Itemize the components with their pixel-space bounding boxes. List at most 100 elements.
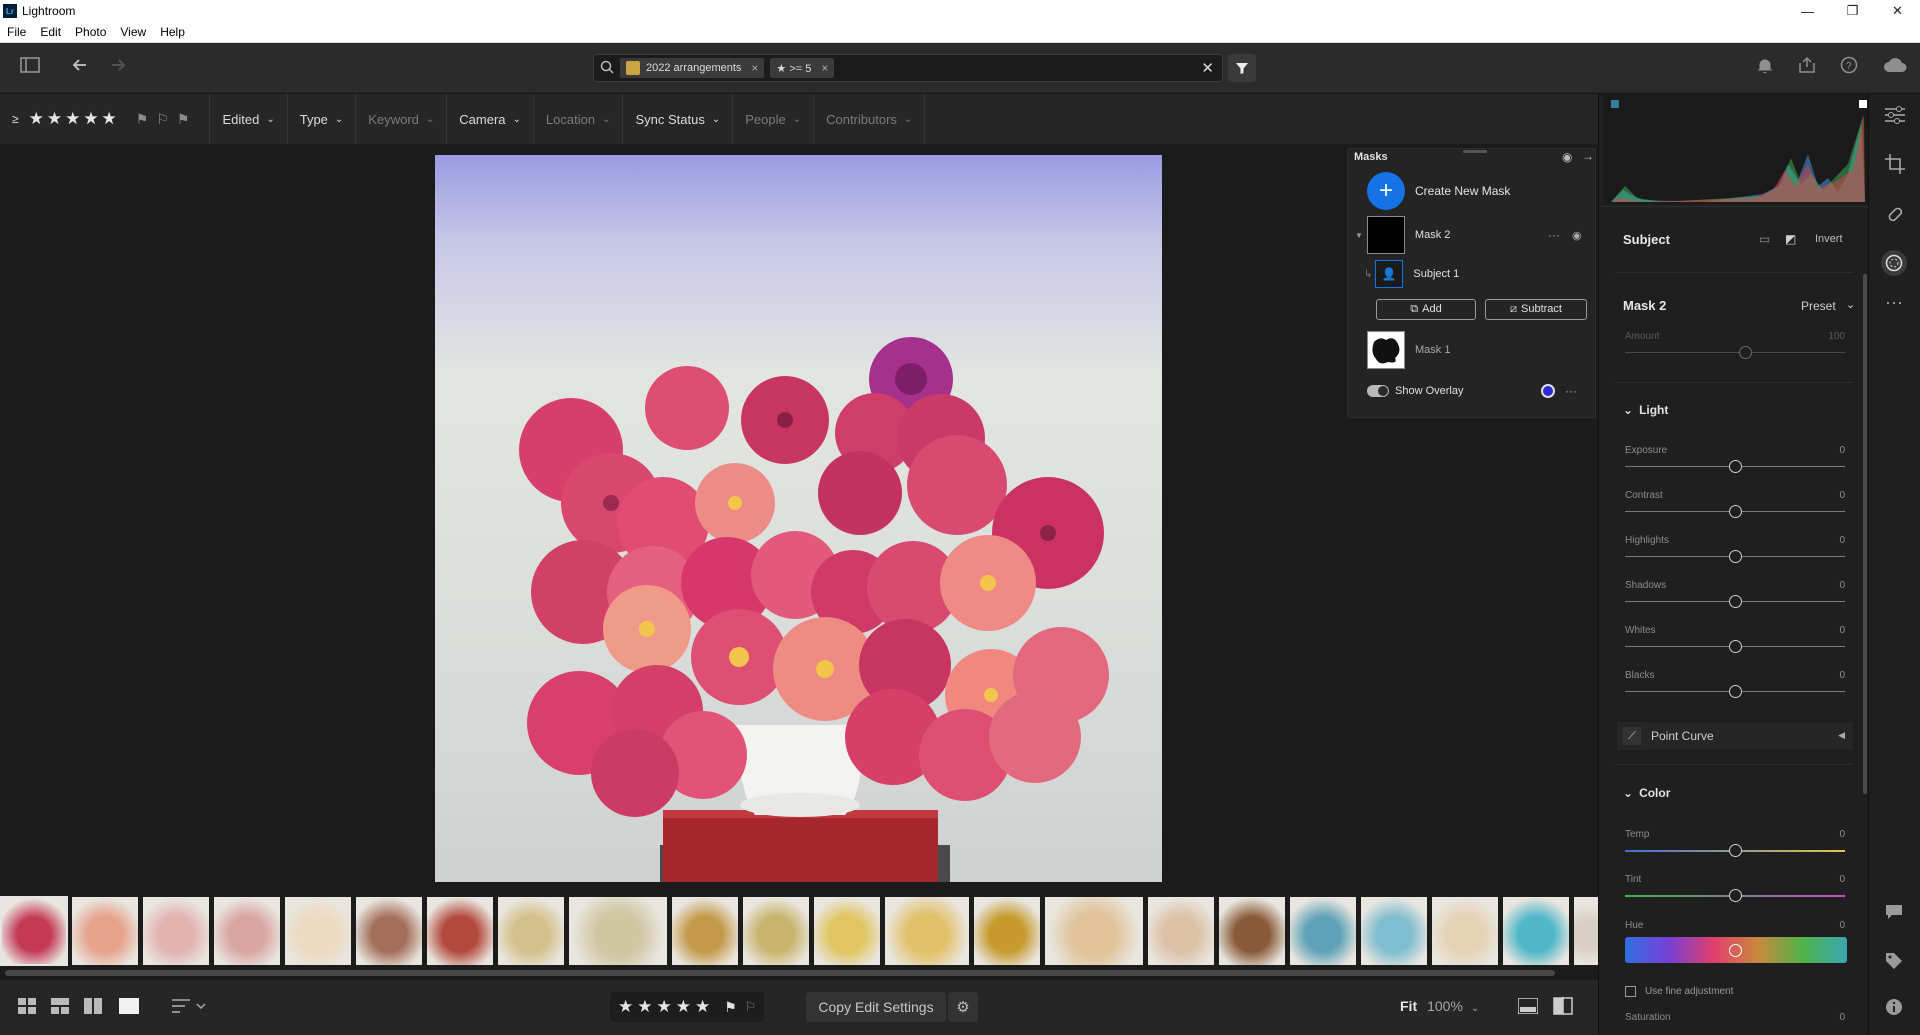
close-button[interactable]: ✕: [1875, 0, 1920, 22]
hue-knob[interactable]: [1729, 944, 1742, 957]
filmstrip-thumbnail[interactable]: [497, 896, 565, 966]
contrast-value[interactable]: 0: [1839, 490, 1845, 501]
amount-value[interactable]: 100: [1828, 331, 1845, 342]
minimize-button[interactable]: —: [1785, 0, 1830, 22]
create-new-mask-row[interactable]: + Create New Mask: [1348, 171, 1597, 211]
filmstrip-scrollbar[interactable]: [5, 970, 1555, 976]
filmstrip-thumbnail[interactable]: [1431, 896, 1499, 966]
preset-dropdown[interactable]: Preset: [1801, 299, 1836, 313]
zoom-control[interactable]: Fit 100% ⌄: [1400, 998, 1479, 1014]
filmstrip-thumbnail[interactable]: [142, 896, 210, 966]
amount-track[interactable]: [1625, 352, 1845, 353]
rating-filter[interactable]: ≥ ★★★★★: [0, 94, 124, 144]
exposure-value[interactable]: 0: [1839, 445, 1845, 456]
color-section-header[interactable]: ⌄ Color: [1623, 786, 1670, 800]
square-grid-icon[interactable]: [18, 998, 36, 1019]
overlay-color-swatch[interactable]: [1541, 384, 1555, 398]
healing-icon[interactable]: [1885, 204, 1905, 229]
tag-icon[interactable]: [1885, 952, 1903, 975]
filmstrip-thumbnail[interactable]: [973, 896, 1041, 966]
bottom-rating-stars[interactable]: ★★★★★: [618, 997, 714, 1017]
sync-status-dropdown[interactable]: Sync Status ⌄: [623, 94, 734, 144]
light-section-header[interactable]: ⌄ Light: [1623, 403, 1668, 417]
menu-photo[interactable]: Photo: [68, 25, 113, 39]
edited-dropdown[interactable]: Edited ⌄: [210, 94, 288, 144]
shadows-slider[interactable]: Shadows 0: [1625, 580, 1845, 620]
clear-search-icon[interactable]: ✕: [1201, 59, 1214, 77]
rating-filter-chip[interactable]: ★ >= 5 ×: [770, 58, 835, 78]
temp-knob[interactable]: [1729, 844, 1742, 857]
main-photo[interactable]: [435, 155, 1162, 882]
filmstrip-thumbnail[interactable]: [1218, 896, 1286, 966]
filmstrip-thumbnail[interactable]: [1147, 896, 1215, 966]
panel-scrollbar[interactable]: [1863, 274, 1867, 794]
reject-flag-icon[interactable]: ⚐: [745, 999, 757, 1015]
saturation-value[interactable]: 0: [1839, 1012, 1845, 1023]
type-dropdown[interactable]: Type ⌄: [288, 94, 357, 144]
highlights-knob[interactable]: [1729, 550, 1742, 563]
drag-handle[interactable]: [1463, 150, 1487, 153]
chevron-down-icon[interactable]: ⌄: [1471, 1003, 1479, 1014]
help-icon[interactable]: ?: [1840, 56, 1858, 79]
filmstrip-thumbnail[interactable]: [1289, 896, 1357, 966]
search-bar[interactable]: 2022 arrangements × ★ >= 5 × ✕: [593, 54, 1223, 82]
point-curve-row[interactable]: ⟋ Point Curve ◀: [1617, 722, 1853, 750]
crop-icon[interactable]: [1885, 154, 1905, 179]
filmstrip-thumbnail[interactable]: [426, 896, 494, 966]
highlights-slider[interactable]: Highlights 0: [1625, 535, 1845, 575]
hue-value[interactable]: 0: [1839, 920, 1845, 931]
fine-adjustment-checkbox[interactable]: [1625, 985, 1636, 997]
plus-icon[interactable]: +: [1367, 172, 1405, 210]
exposure-knob[interactable]: [1729, 460, 1742, 473]
before-after-icon[interactable]: [1553, 997, 1573, 1020]
pick-flag-icon[interactable]: ⚑: [724, 999, 737, 1016]
remove-album-chip-icon[interactable]: ×: [751, 61, 758, 75]
filmstrip-thumbnail[interactable]: [213, 896, 281, 966]
keyword-dropdown[interactable]: Keyword ⌄: [356, 94, 448, 144]
exposure-slider[interactable]: Exposure 0: [1625, 445, 1845, 485]
subject1-row[interactable]: ↳ 👤 Subject 1: [1348, 259, 1597, 289]
tint-value[interactable]: 0: [1839, 874, 1845, 885]
filmstrip-thumbnail[interactable]: [568, 896, 668, 966]
menu-file[interactable]: File: [0, 25, 33, 39]
photo-grid-icon[interactable]: [51, 998, 69, 1019]
filmstrip-thumbnail[interactable]: [71, 896, 139, 966]
amount-slider[interactable]: Amount 100: [1625, 331, 1845, 371]
filmstrip-thumbnail[interactable]: [355, 896, 423, 966]
whites-slider[interactable]: Whites 0: [1625, 625, 1845, 665]
blacks-knob[interactable]: [1729, 685, 1742, 698]
panel-toggle-icon[interactable]: [20, 56, 40, 79]
mask1-row[interactable]: Mask 1: [1348, 329, 1597, 371]
menu-edit[interactable]: Edit: [33, 25, 68, 39]
filmstrip-thumbnail[interactable]: [1044, 896, 1144, 966]
flag-filter[interactable]: ⚑⚐⚑: [124, 94, 211, 144]
chevron-down-icon[interactable]: ⌄: [1846, 298, 1855, 311]
contrast-slider[interactable]: Contrast 0: [1625, 490, 1845, 530]
back-arrow-icon[interactable]: [70, 55, 90, 80]
mask2-row[interactable]: ▼ Mask 2 ··· ◉: [1348, 214, 1597, 256]
bell-icon[interactable]: [1757, 57, 1773, 80]
cloud-icon[interactable]: [1883, 57, 1909, 78]
blacks-value[interactable]: 0: [1839, 670, 1845, 681]
whites-value[interactable]: 0: [1839, 625, 1845, 636]
contrast-knob[interactable]: [1729, 505, 1742, 518]
shadows-knob[interactable]: [1729, 595, 1742, 608]
fit-label[interactable]: Fit: [1400, 998, 1417, 1014]
whites-knob[interactable]: [1729, 640, 1742, 653]
forward-arrow-icon[interactable]: [108, 55, 128, 80]
invert-checkbox-icon[interactable]: ◩: [1785, 232, 1796, 246]
visibility-eye-icon[interactable]: ◉: [1572, 229, 1582, 242]
filmstrip-toggle-icon[interactable]: [1517, 997, 1539, 1019]
blacks-slider[interactable]: Blacks 0: [1625, 670, 1845, 710]
filmstrip-thumbnail[interactable]: [884, 896, 970, 966]
filmstrip-thumbnail[interactable]: [1360, 896, 1428, 966]
people-dropdown[interactable]: People ⌄: [733, 94, 815, 144]
temp-slider[interactable]: Temp 0: [1625, 829, 1845, 869]
filmstrip-thumbnail[interactable]: [813, 896, 881, 966]
masking-icon[interactable]: [1881, 250, 1907, 276]
rating-stars[interactable]: ★★★★★: [29, 109, 120, 129]
highlights-value[interactable]: 0: [1839, 535, 1845, 546]
camera-dropdown[interactable]: Camera ⌄: [447, 94, 534, 144]
remove-rating-chip-icon[interactable]: ×: [821, 61, 828, 75]
flag-icons[interactable]: ⚑⚐⚑: [136, 111, 198, 128]
